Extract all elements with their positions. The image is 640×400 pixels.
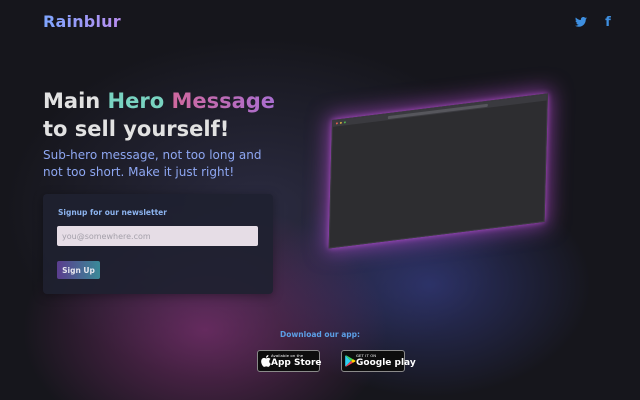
- facebook-icon: f: [605, 14, 611, 30]
- apple-icon: [261, 355, 271, 367]
- hero-word-main: Main: [43, 89, 108, 113]
- browser-window-mockup: [328, 93, 548, 249]
- maximize-dot-icon: [343, 121, 346, 124]
- google-play-big-text: Google play: [356, 357, 416, 368]
- facebook-link[interactable]: f: [601, 14, 615, 30]
- hero-headline: Main Hero Message to sell yourself!: [43, 87, 275, 143]
- google-play-icon: [345, 355, 356, 367]
- hero-line-1: Main Hero Message: [43, 87, 275, 115]
- twitter-link[interactable]: [574, 15, 588, 29]
- newsletter-title: Signup for our newsletter: [58, 208, 167, 217]
- app-store-badge[interactable]: Available on the App Store: [257, 350, 322, 372]
- minimize-dot-icon: [339, 121, 342, 125]
- close-dot-icon: [335, 122, 338, 125]
- newsletter-card: Signup for our newsletter Sign Up: [43, 194, 273, 294]
- google-play-badge[interactable]: GET IT ON Google play: [341, 350, 416, 372]
- twitter-icon: [575, 17, 587, 27]
- signup-button[interactable]: Sign Up: [57, 261, 100, 279]
- app-store-big-text: App Store: [271, 357, 322, 368]
- email-input[interactable]: [57, 226, 258, 246]
- hero-subtitle: Sub-hero message, not too long and not t…: [43, 148, 262, 179]
- download-label: Download our app:: [279, 330, 360, 339]
- app-screenshot-mockup: [328, 93, 548, 249]
- hero-word-message: Message: [164, 89, 276, 113]
- hero-word-hero: Hero: [107, 89, 165, 113]
- hero-line-2: to sell yourself!: [43, 117, 230, 141]
- brand-logo[interactable]: Rainblur: [43, 12, 121, 31]
